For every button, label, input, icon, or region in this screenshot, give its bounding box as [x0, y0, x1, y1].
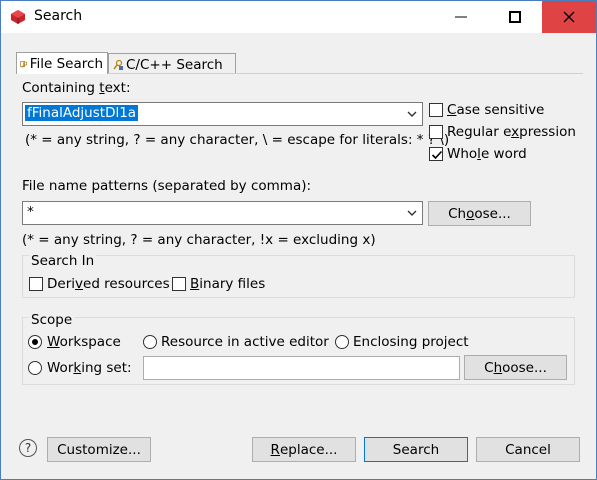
tab-label: File Search [29, 56, 103, 72]
regular-expression-checkbox[interactable] [429, 125, 443, 139]
working-set-field[interactable] [143, 356, 460, 380]
containing-text-hint: (* = any string, ? = any character, \ = … [25, 132, 450, 148]
containing-text-input[interactable]: fFinalAdjustDl1a [22, 102, 423, 126]
cancel-button[interactable]: Cancel [476, 437, 580, 462]
scope-title: Scope [29, 312, 75, 328]
workspace-radio[interactable] [28, 335, 42, 349]
case-sensitive-checkbox[interactable] [429, 103, 443, 117]
minimize-button[interactable] [434, 1, 488, 33]
radio-selected-dot [32, 339, 38, 345]
eclipse-search-icon [11, 10, 25, 24]
working-set-choose-button[interactable]: Ch oose... [464, 355, 567, 380]
maximize-button[interactable] [488, 1, 542, 33]
chevron-down-icon[interactable] [406, 208, 418, 218]
minimize-icon [455, 16, 467, 18]
containing-text-value: fFinalAdjustDl1a [25, 105, 139, 121]
regular-expression-label: Regular expression [447, 124, 576, 140]
chevron-down-icon[interactable] [406, 109, 418, 119]
file-patterns-value: * [27, 204, 34, 220]
customize-button[interactable]: Customize... [47, 437, 151, 462]
working-set-radio[interactable] [28, 361, 42, 375]
workspace-label: Workspace [47, 334, 121, 350]
close-icon [563, 11, 575, 23]
cpp-search-icon [113, 59, 123, 70]
checkmark-icon [431, 150, 443, 160]
search-button[interactable]: Search [364, 437, 468, 462]
tab-label: C/C++ Search [126, 56, 223, 73]
enclosing-project-radio[interactable] [335, 335, 349, 349]
tab-cpp-search[interactable]: C/C++ Search [108, 53, 236, 74]
window-title: Search [34, 8, 83, 24]
binary-files-label: Binary files [190, 276, 266, 292]
active-editor-radio[interactable] [143, 335, 157, 349]
search-dialog: Search File Search C/C++ Search Containi… [0, 0, 597, 480]
file-patterns-hint: (* = any string, ? = any character, !x =… [22, 232, 376, 248]
file-patterns-choose-button[interactable]: Ch o ose... [428, 201, 531, 226]
tab-file-search[interactable]: File Search [16, 52, 108, 74]
title-bar: Search [1, 1, 596, 33]
whole-word-checkbox[interactable] [429, 147, 443, 161]
derived-resources-checkbox[interactable] [29, 277, 43, 291]
active-editor-label: Resource in active editor [161, 334, 329, 350]
whole-word-label: Whole word [447, 146, 527, 162]
file-search-icon [20, 60, 28, 68]
replace-button[interactable]: Replace... [252, 437, 356, 462]
containing-text-label: Containing text: [22, 80, 131, 96]
maximize-icon [509, 11, 521, 23]
file-patterns-input[interactable]: * [22, 201, 423, 225]
close-button[interactable] [542, 1, 596, 33]
derived-resources-label: Derived resources [47, 276, 170, 292]
binary-files-checkbox[interactable] [172, 277, 186, 291]
help-icon[interactable]: ? [19, 439, 37, 457]
enclosing-project-label: Enclosing project [353, 334, 469, 350]
search-in-title: Search In [29, 253, 97, 269]
file-patterns-label: File name patterns (separated by comma): [22, 178, 312, 194]
working-set-label: Working set: [47, 360, 132, 376]
case-sensitive-label: Case sensitive [447, 102, 545, 118]
